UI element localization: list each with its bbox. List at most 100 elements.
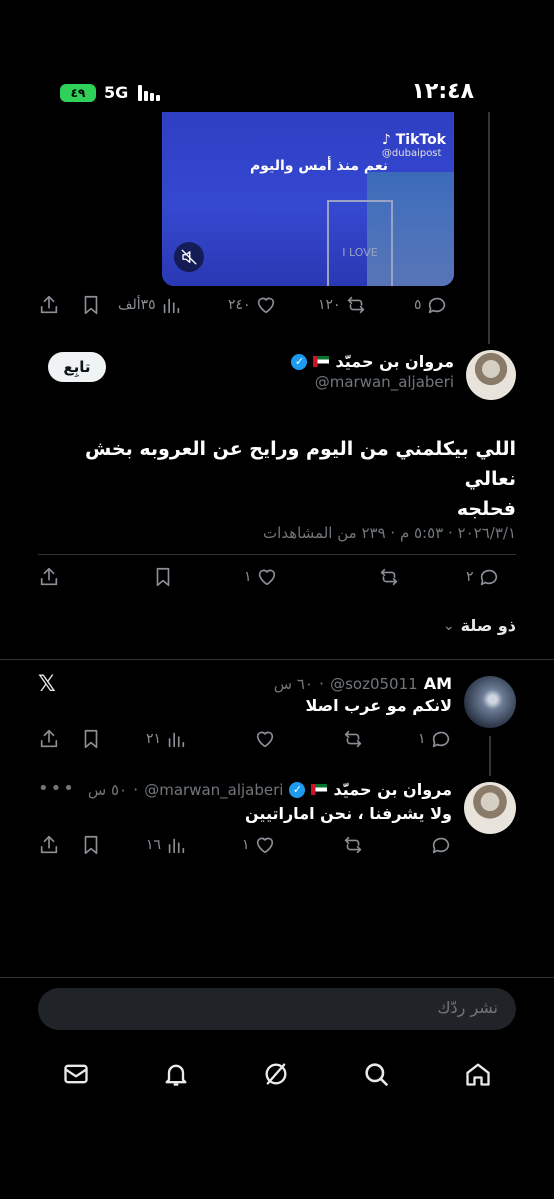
reply2-text: ولا يشرفنا ، نحن اماراتيين — [245, 804, 452, 823]
repost-button[interactable]: ١٢٠ — [318, 294, 367, 316]
repost-button[interactable] — [342, 728, 364, 754]
reply1-header: ٦٠ س · @soz05011 AM — [274, 674, 452, 693]
bottom-nav — [0, 1054, 554, 1094]
reply2-actions: ١٦ ١ — [0, 832, 554, 858]
reply-button[interactable]: ٢ — [466, 566, 500, 588]
repost-icon — [347, 296, 364, 314]
battery-level: ٤٩ — [70, 86, 86, 100]
nav-grok[interactable] — [262, 1060, 290, 1092]
bookmark-button[interactable] — [152, 566, 174, 592]
status-bar: ١٢:٤٨ ٤٩ 5G — [0, 75, 554, 111]
uae-flag-icon — [311, 784, 328, 795]
video-caption: نعم منذ أمس واليوم — [250, 158, 388, 174]
network-type: 5G — [104, 83, 129, 102]
avatar[interactable] — [466, 350, 516, 400]
reply-button[interactable] — [430, 834, 452, 860]
chevron-down-icon: ⌄ — [442, 617, 455, 634]
reply1-handle[interactable]: @soz05011 — [330, 675, 418, 693]
repost-button[interactable] — [378, 566, 400, 592]
reply2-name[interactable]: مروان بن حميّد — [333, 780, 452, 799]
like-button[interactable] — [254, 728, 276, 754]
reply-button[interactable]: ٥ — [414, 294, 448, 316]
reply1-text: لانكم مو عرب اصلا — [305, 696, 452, 715]
bell-icon — [165, 1064, 187, 1086]
share-icon — [40, 567, 58, 586]
author-handle[interactable]: @marwan_aljaberi — [291, 373, 454, 391]
grok-icon — [265, 1063, 287, 1085]
tweet-text-line-1: اللي بيكلمني من اليوم ورايح عن العروبه ب… — [85, 438, 516, 490]
views-icon — [168, 732, 185, 748]
bookmark-button[interactable] — [80, 294, 102, 320]
reply1-time: ٦٠ س — [273, 674, 313, 693]
divider — [38, 554, 516, 555]
reply2-avatar[interactable] — [464, 782, 516, 834]
more-options-icon[interactable]: ••• — [38, 778, 76, 799]
like-button[interactable]: ٢٤٠ — [228, 294, 277, 316]
reply2-time: ٥٠ س — [87, 780, 128, 799]
verified-badge-icon: ✓ — [289, 781, 306, 798]
mail-icon — [64, 1064, 88, 1084]
share-button[interactable] — [38, 728, 60, 754]
views-stat[interactable]: ٣٥ألف — [118, 294, 182, 316]
follow-button[interactable]: تابِع — [48, 352, 106, 382]
battery-icon: ٤٩ — [60, 84, 96, 102]
reply-compose-input[interactable]: نشر ردّك — [38, 988, 516, 1030]
quoted-actions: ٣٥ألف ٢٤٠ ١٢٠ ٥ — [0, 292, 554, 320]
author-block: مروان بن حميّد ✓ @marwan_aljaberi — [291, 352, 454, 391]
author-name[interactable]: مروان بن حميّد — [335, 352, 454, 371]
home-icon — [466, 1063, 490, 1086]
reply-button[interactable]: ١ — [418, 728, 452, 750]
tiktok-handle: @dubaipost — [381, 148, 442, 159]
reply1-avatar[interactable] — [464, 676, 516, 728]
related-label: ذو صلة — [460, 616, 516, 635]
share-button[interactable] — [38, 294, 60, 320]
views-icon — [163, 298, 179, 314]
reply2-header: ٥٠ س · @marwan_aljaberi ✓ مروان بن حميّد — [88, 780, 452, 799]
reply1-name[interactable]: AM — [424, 674, 452, 693]
bookmark-icon — [84, 835, 98, 855]
tweet-text-line-2: فحلجه — [456, 498, 516, 520]
nav-search[interactable] — [362, 1060, 390, 1092]
repost-button[interactable] — [342, 834, 364, 860]
views-icon — [168, 838, 185, 854]
bookmark-button[interactable] — [80, 834, 102, 860]
reply-icon — [432, 731, 449, 748]
bookmark-button[interactable] — [80, 728, 102, 754]
heart-icon — [256, 731, 274, 748]
share-button[interactable] — [38, 834, 60, 860]
nav-messages[interactable] — [62, 1060, 90, 1092]
uae-flag-icon — [313, 356, 330, 367]
mute-icon[interactable] — [174, 242, 204, 272]
status-time: ١٢:٤٨ — [411, 79, 474, 104]
divider — [0, 659, 554, 660]
divider — [0, 977, 554, 978]
separator-dot: · — [319, 674, 325, 693]
views-stat[interactable]: ١٦ — [146, 834, 187, 856]
reply1-actions: ٢١ ١ — [0, 726, 554, 752]
repost-icon — [380, 568, 398, 586]
separator-dot: · — [133, 780, 139, 799]
reply-icon — [480, 569, 497, 586]
like-button[interactable]: ١ — [244, 566, 278, 588]
reply-icon — [432, 837, 450, 854]
repost-icon — [344, 836, 362, 854]
x-logo-icon: 𝕏 — [38, 672, 56, 697]
nav-notifications[interactable] — [162, 1060, 190, 1092]
views-stat[interactable]: ٢١ — [146, 728, 187, 750]
tiktok-watermark: ♪ TikTok @dubaipost — [381, 132, 446, 159]
share-button[interactable] — [38, 566, 60, 592]
heart-icon — [256, 837, 273, 854]
tweet-meta: ٢٠٢٦/٣/١ · ٥:٥٣ م · ٢٣٩ من المشاهدات — [263, 524, 516, 542]
main-actions: ١ ٢ — [0, 564, 554, 592]
reply2-handle[interactable]: @marwan_aljaberi — [144, 781, 283, 799]
like-button[interactable]: ١ — [242, 834, 276, 856]
video-thumbnail[interactable]: I LOVE ♪ TikTok @dubaipost نعم منذ أمس و… — [162, 112, 454, 286]
heart-icon — [257, 297, 274, 314]
nav-home[interactable] — [464, 1060, 492, 1092]
tiktok-icon: ♪ — [381, 132, 396, 148]
related-sort[interactable]: ذو صلة ⌄ — [443, 616, 516, 635]
heart-icon — [258, 569, 275, 586]
tweet-text: اللي بيكلمني من اليوم ورايح عن العروبه ب… — [36, 434, 516, 524]
share-icon — [40, 729, 58, 748]
compose-placeholder: نشر ردّك — [437, 998, 498, 1017]
